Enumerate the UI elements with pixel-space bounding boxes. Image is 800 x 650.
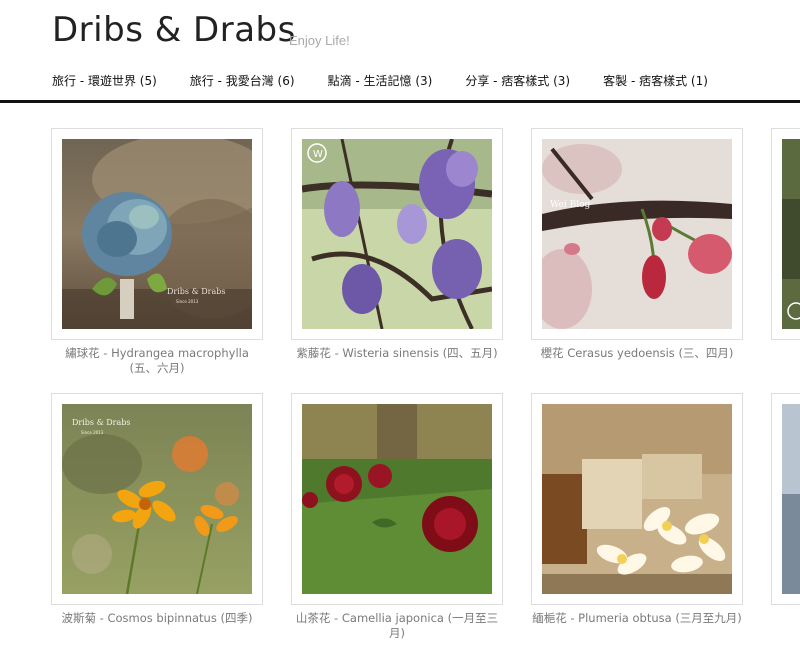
category-nav: 旅行 - 環遊世界 (5) 旅行 - 我愛台灣 (6) 點滴 - 生活記憶 (3) 分… [52, 70, 741, 88]
watermark-subtext: Since 2013 [176, 299, 199, 304]
photo-card-wisteria[interactable]: W [291, 128, 503, 340]
photo-caption-plumeria[interactable]: 緬梔花 - Plumeria obtusa (三月至九月) [531, 611, 743, 626]
site-tagline: Enjoy Life! [289, 33, 350, 48]
nav-item-life-memories[interactable]: 點滴 - 生活記憶 (3) [328, 72, 433, 89]
partial-photo [782, 139, 800, 329]
nav-item-custom-templates[interactable]: 客製 - 痞客樣式 (1) [603, 72, 708, 89]
photo-card-partial-2[interactable] [771, 393, 800, 605]
photo-card-cherry-blossom[interactable]: Wei Blog [531, 128, 743, 340]
photo-card-camellia[interactable] [291, 393, 503, 605]
cherry-blossom-photo: Wei Blog [542, 139, 732, 329]
photo-card-partial-1[interactable] [771, 128, 800, 340]
cosmos-photo: Dribs & Drabs Since 2013 [62, 404, 252, 594]
watermark-text: Dribs & Drabs [167, 287, 225, 296]
photo-caption-cosmos[interactable]: 波斯菊 - Cosmos bipinnatus (四季) [51, 611, 263, 626]
photo-caption-cherry-blossom[interactable]: 櫻花 Cerasus yedoensis (三、四月) [531, 346, 743, 361]
photo-card-plumeria[interactable] [531, 393, 743, 605]
plumeria-photo [542, 404, 732, 594]
photo-card-hydrangea[interactable]: Dribs & Drabs Since 2013 [51, 128, 263, 340]
wisteria-photo: W [302, 139, 492, 329]
partial-photo [782, 404, 800, 594]
camellia-photo [302, 404, 492, 594]
photo-caption-hydrangea[interactable]: 繡球花 - Hydrangea macrophylla (五、六月) [51, 346, 263, 376]
photo-grid: Dribs & Drabs Since 2013 繡球花 - Hydrangea… [0, 128, 800, 650]
nav-item-world-travel[interactable]: 旅行 - 環遊世界 (5) [52, 72, 157, 89]
watermark-text: Wei Blog [550, 200, 590, 210]
watermark-text: W [313, 149, 323, 160]
photo-caption-wisteria[interactable]: 紫藤花 - Wisteria sinensis (四、五月) [291, 346, 503, 361]
site-header: Dribs & Drabs Enjoy Life! 旅行 - 環遊世界 (5) 旅… [0, 0, 800, 104]
photo-caption-camellia[interactable]: 山茶花 - Camellia japonica (一月至三月) [291, 611, 503, 641]
watermark-subtext: Since 2013 [81, 430, 104, 435]
nav-item-taiwan-travel[interactable]: 旅行 - 我愛台灣 (6) [190, 72, 295, 89]
photo-card-cosmos[interactable]: Dribs & Drabs Since 2013 [51, 393, 263, 605]
nav-item-share-templates[interactable]: 分享 - 痞客樣式 (3) [465, 72, 570, 89]
site-title[interactable]: Dribs & Drabs [52, 10, 296, 50]
hydrangea-photo: Dribs & Drabs Since 2013 [62, 139, 252, 329]
watermark-text: Dribs & Drabs [72, 418, 130, 427]
header-divider [0, 100, 800, 103]
